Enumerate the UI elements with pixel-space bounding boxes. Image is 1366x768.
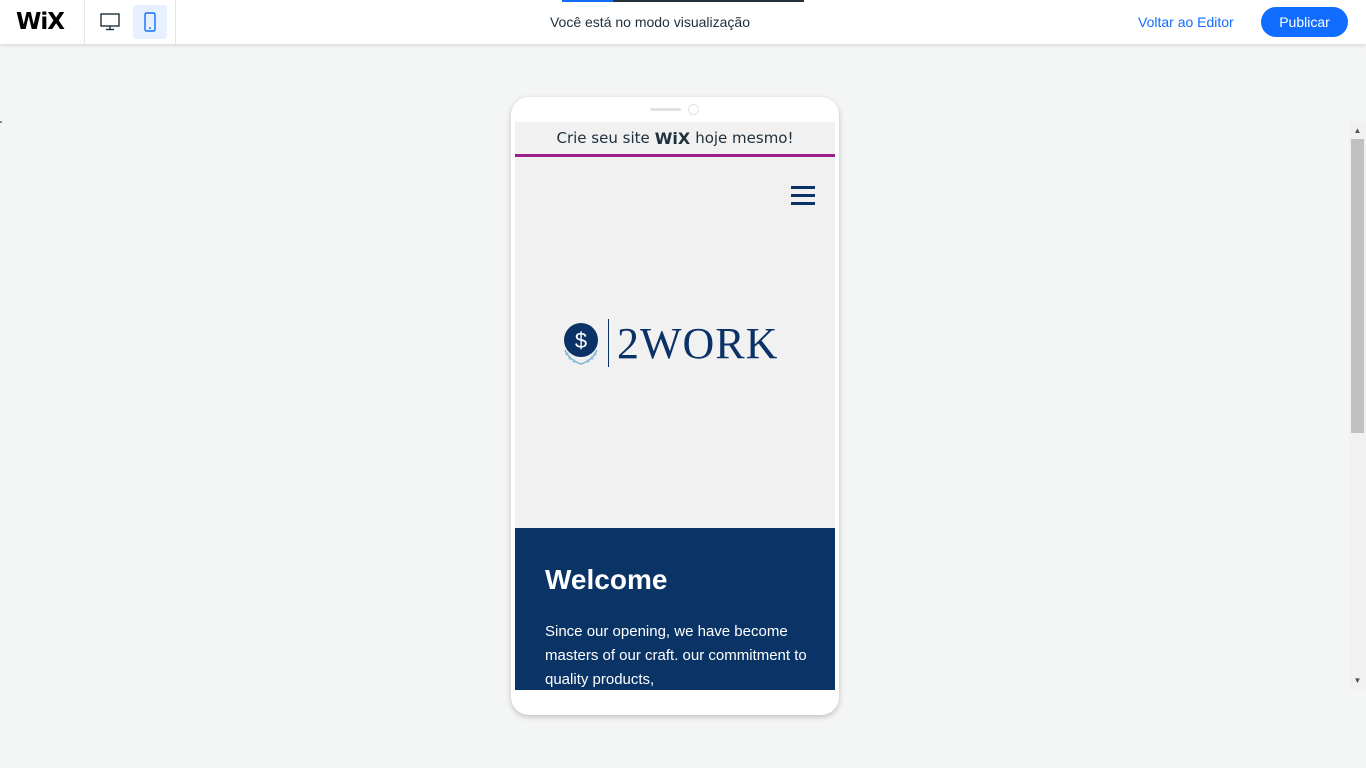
dollar-coin-icon: $ (564, 323, 598, 365)
scrollbar-thumb[interactable] (1351, 139, 1364, 433)
welcome-text: Since our opening, we have become master… (545, 623, 807, 688)
mobile-site-preview[interactable]: Crie seu site WiX hoje mesmo! $ 2WORK We… (515, 122, 835, 690)
welcome-title: Welcome (545, 564, 668, 595)
site-header: $ 2WORK (515, 160, 835, 528)
loading-progress-bar (562, 0, 804, 2)
preview-topbar: WiX Você está no modo visualização Volta… (0, 0, 1366, 44)
publish-button[interactable]: Publicar (1261, 7, 1348, 37)
scroll-up-icon[interactable]: ▲ (1349, 122, 1366, 139)
menu-hamburger-icon[interactable] (791, 186, 815, 206)
preview-mode-text: Você está no modo visualização (549, 14, 750, 30)
logo-divider (608, 319, 609, 367)
phone-speaker (650, 108, 681, 111)
phone-camera (688, 104, 699, 115)
scroll-down-icon[interactable]: ▼ (1349, 672, 1366, 689)
wix-ad-banner[interactable]: Crie seu site WiX hoje mesmo! (515, 122, 835, 157)
banner-brand: WiX (654, 128, 691, 148)
logo-wordmark: 2WORK (617, 319, 779, 368)
site-logo[interactable]: $ 2WORK (559, 318, 799, 370)
banner-suffix: hoje mesmo! (695, 129, 794, 147)
welcome-section: Welcome Since our opening, we have becom… (515, 528, 835, 690)
back-to-editor-link[interactable]: Voltar ao Editor (1138, 14, 1234, 30)
logo-symbol: $ (575, 328, 587, 353)
edge-marker (0, 121, 2, 123)
banner-prefix: Crie seu site (556, 129, 650, 147)
